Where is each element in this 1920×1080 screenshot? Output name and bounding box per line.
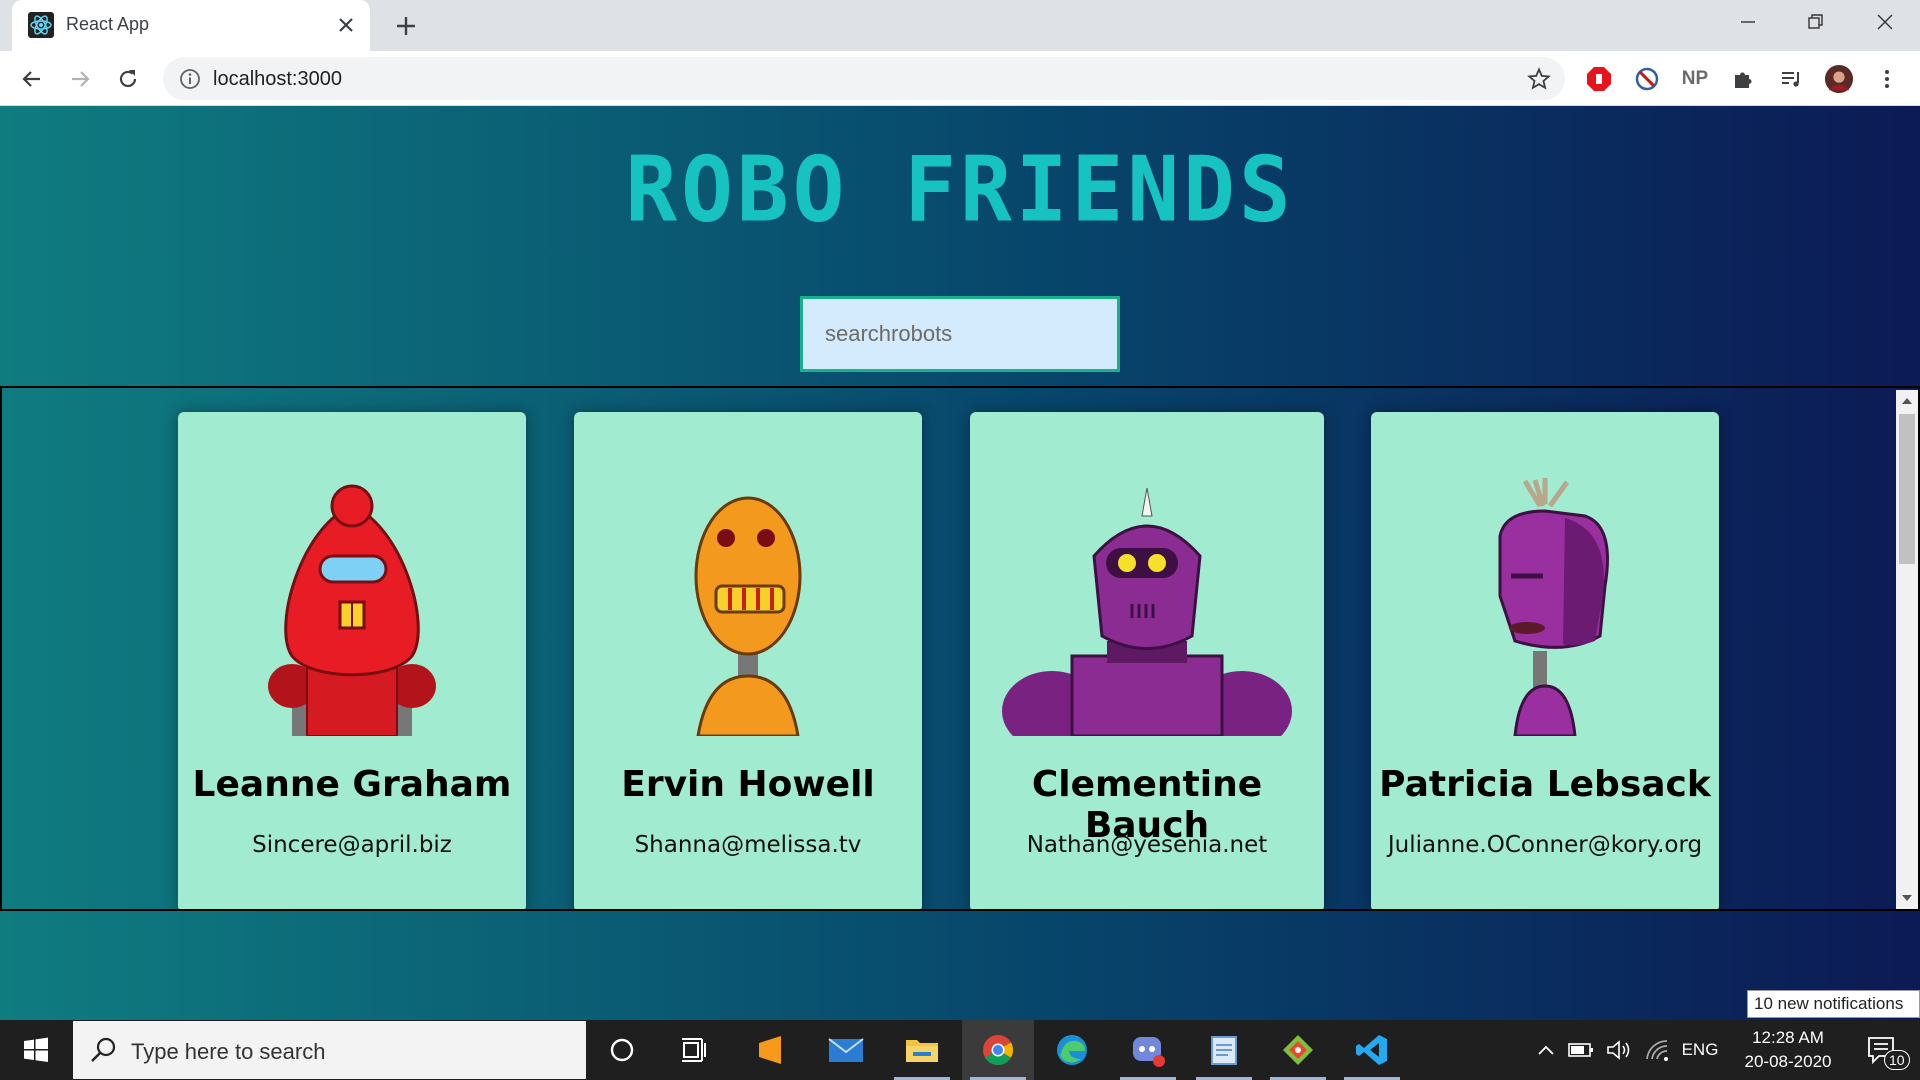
robot-card[interactable]: Leanne Graham Sincere@april.biz [178,412,526,909]
scroll-up-arrow-icon[interactable] [1896,390,1918,412]
battery-icon[interactable] [1566,1020,1596,1080]
restore-window-icon[interactable] [1799,8,1833,36]
robot-card[interactable]: Clementine Bauch Nathan@yesenia.net [970,412,1324,909]
np-extension-icon[interactable]: NP [1680,64,1710,94]
url-text: localhost:3000 [213,68,342,90]
notification-count-badge: 10 [1884,1050,1910,1070]
profile-avatar[interactable] [1824,64,1854,94]
robot-email: Nathan@yesenia.net [1026,832,1268,858]
file-explorer-icon[interactable] [886,1020,958,1080]
violet-robot-icon [1498,478,1609,736]
show-hidden-icons-chevron-icon[interactable] [1534,1020,1558,1080]
new-tab-icon[interactable] [392,12,420,40]
taskbar-search-placeholder: Type here to search [131,1039,326,1064]
robot-card[interactable]: Patricia Lebsack Julianne.OConner@kory.o… [1371,412,1719,909]
language-indicator[interactable]: ENG [1680,1020,1720,1080]
red-robot-icon [268,484,436,736]
sublime-text-icon[interactable] [734,1020,806,1080]
close-tab-icon[interactable] [334,13,358,37]
address-bar[interactable]: localhost:3000 [163,57,1565,100]
close-window-icon[interactable] [1868,8,1902,36]
search-icon [91,1037,116,1062]
notification-toast[interactable]: 10 new notifications [1747,990,1920,1018]
robot-image [574,472,922,736]
robot-image [178,472,526,736]
site-info-icon[interactable] [179,68,201,90]
robot-name: Patricia Lebsack [1379,764,1711,805]
puzzle-extensions-icon[interactable] [1728,64,1758,94]
vscode-icon[interactable] [1336,1020,1408,1080]
volume-icon[interactable] [1604,1020,1634,1080]
forward-arrow-icon[interactable] [65,64,95,94]
reload-icon[interactable] [113,64,143,94]
orange-robot-icon [694,496,802,736]
search-robots-input[interactable] [800,296,1120,372]
robot-email: Sincere@april.biz [252,832,452,858]
git-tool-icon[interactable] [1262,1020,1334,1080]
adblock-extension-icon[interactable] [1584,64,1614,94]
windows-start-icon[interactable] [0,1020,72,1080]
bookmark-star-icon[interactable] [1527,67,1551,91]
vertical-scrollbar[interactable] [1896,390,1918,909]
purple-robot-icon [1002,487,1292,736]
robots-scroll-area[interactable]: Leanne Graham Sincere@april.biz Ervin Ho… [0,386,1920,911]
edge-icon[interactable] [1036,1020,1108,1080]
app-title: ROBO FRIENDS [625,137,1295,243]
robot-email: Julianne.OConner@kory.org [1387,832,1703,858]
taskbar-search-box[interactable]: Type here to search [73,1021,586,1079]
clock-time: 12:28 AM [1752,1028,1824,1047]
clock-date: 20-08-2020 [1744,1052,1832,1071]
block-extension-icon[interactable] [1632,64,1662,94]
browser-tab-strip: React App [0,0,1920,51]
react-logo-icon [28,12,54,38]
action-center-icon[interactable]: 10 [1854,1020,1912,1080]
mail-icon[interactable] [810,1020,882,1080]
chrome-icon[interactable] [962,1020,1034,1080]
cortana-icon[interactable] [586,1020,658,1080]
browser-toolbar: localhost:3000 NP [0,51,1920,106]
browser-menu-icon[interactable] [1872,64,1902,94]
taskbar-clock[interactable]: 12:28 AM 20-08-2020 [1728,1026,1848,1074]
minimize-window-icon[interactable] [1731,8,1765,36]
app-page: ROBO FRIENDS Leanne Graham Sincere@april… [0,106,1920,1020]
robot-image [970,472,1324,736]
notepad-icon[interactable] [1188,1020,1260,1080]
robot-name: Ervin Howell [621,764,875,805]
scroll-down-arrow-icon[interactable] [1896,887,1918,909]
robot-email: Shanna@melissa.tv [634,832,862,858]
browser-tab[interactable]: React App [12,0,370,51]
robot-card[interactable]: Ervin Howell Shanna@melissa.tv [574,412,922,909]
wifi-icon[interactable] [1642,1020,1672,1080]
robot-image [1371,472,1719,736]
windows-taskbar: Type here to search ENG 12:28 AM 20-08-2… [0,1020,1920,1080]
media-queue-icon[interactable] [1776,64,1806,94]
scrollbar-thumb[interactable] [1899,414,1915,564]
tab-title: React App [66,14,150,34]
task-view-icon[interactable] [658,1020,730,1080]
back-arrow-icon[interactable] [17,64,47,94]
robot-name: Leanne Graham [192,764,512,805]
discord-icon[interactable] [1112,1020,1184,1080]
